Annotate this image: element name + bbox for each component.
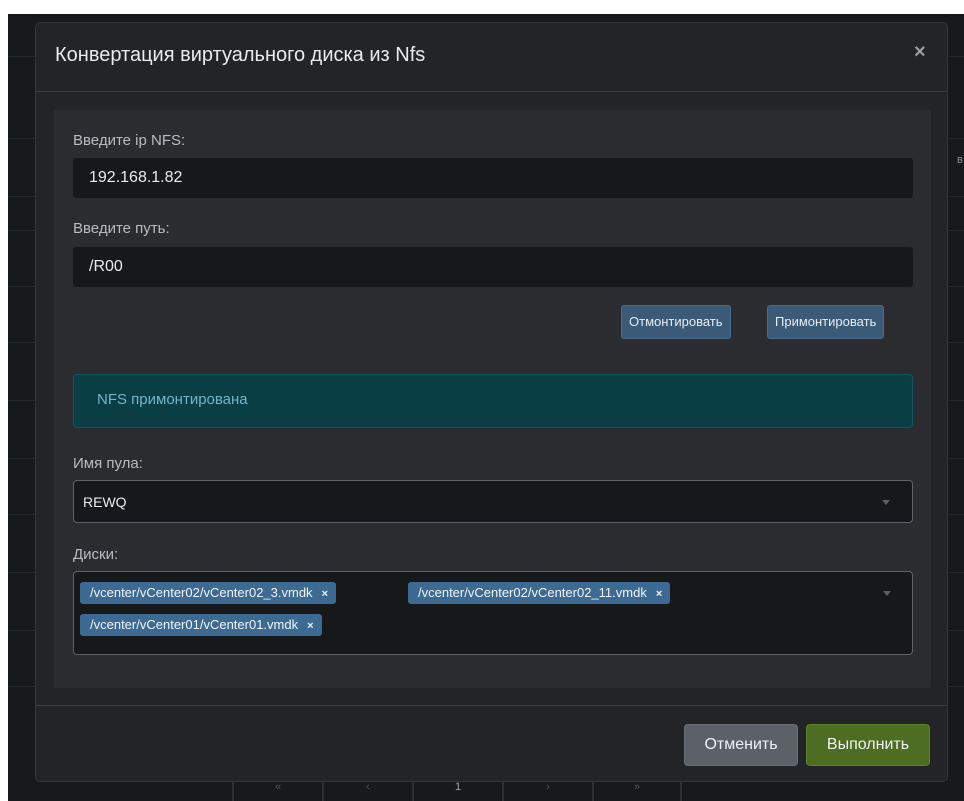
- pagination-last[interactable]: »: [592, 780, 682, 801]
- cancel-button[interactable]: Отменить: [684, 724, 798, 766]
- chevron-down-icon: [883, 591, 891, 596]
- pool-select-value: REWQ: [83, 494, 127, 510]
- close-icon[interactable]: ×: [914, 41, 926, 64]
- dialog-footer: Отменить Выполнить: [36, 705, 947, 782]
- mount-status-text: NFS примонтирована: [97, 391, 248, 408]
- dialog-title: Конвертация виртуального диска из Nfs: [55, 44, 426, 66]
- disk-tag: /vcenter/vCenter02/vCenter02_11.vmdk ×: [408, 582, 671, 605]
- path-label: Введите путь:: [73, 220, 170, 237]
- disk-tag: /vcenter/vCenter01/vCenter01.vmdk ×: [80, 614, 322, 636]
- submit-button[interactable]: Выполнить: [806, 724, 930, 766]
- disk-tag-label: /vcenter/vCenter02/vCenter02_11.vmdk: [418, 585, 647, 600]
- dialog-header: Конвертация виртуального диска из Nfs ×: [36, 23, 947, 92]
- pool-label: Имя пула:: [73, 455, 143, 472]
- mount-status-alert: NFS примонтирована: [73, 374, 913, 428]
- pagination-prev[interactable]: ‹: [322, 780, 412, 801]
- disk-tag: /vcenter/vCenter02/vCenter02_3.vmdk ×: [80, 582, 336, 604]
- disks-multiselect[interactable]: /vcenter/vCenter02/vCenter02_3.vmdk × /vc…: [73, 571, 913, 655]
- unmount-button[interactable]: Отмонтировать: [621, 305, 731, 339]
- remove-tag-icon[interactable]: ×: [307, 615, 313, 637]
- chevron-down-icon: [882, 500, 890, 505]
- pagination: « ‹ 1 › »: [232, 780, 682, 801]
- pagination-first[interactable]: «: [232, 780, 322, 801]
- convert-disk-dialog: Конвертация виртуального диска из Nfs × …: [35, 22, 948, 782]
- nfs-ip-label: Введите ip NFS:: [73, 132, 186, 149]
- disk-tag-label: /vcenter/vCenter01/vCenter01.vmdk: [90, 617, 299, 632]
- pagination-next[interactable]: ›: [502, 780, 592, 801]
- nfs-ip-input[interactable]: [73, 158, 913, 198]
- pagination-page-1[interactable]: 1: [412, 780, 502, 801]
- background-edge-text: в: [957, 154, 963, 166]
- path-input[interactable]: [73, 247, 913, 287]
- mount-button[interactable]: Примонтировать: [767, 305, 885, 339]
- remove-tag-icon[interactable]: ×: [656, 583, 662, 605]
- disks-label: Диски:: [73, 546, 119, 563]
- dialog-form-panel: Введите ip NFS: Введите путь: Отмонтиров…: [54, 110, 931, 688]
- disk-tag-label: /vcenter/vCenter02/vCenter02_3.vmdk: [90, 585, 313, 600]
- remove-tag-icon[interactable]: ×: [322, 583, 328, 605]
- pool-select[interactable]: REWQ: [73, 480, 913, 523]
